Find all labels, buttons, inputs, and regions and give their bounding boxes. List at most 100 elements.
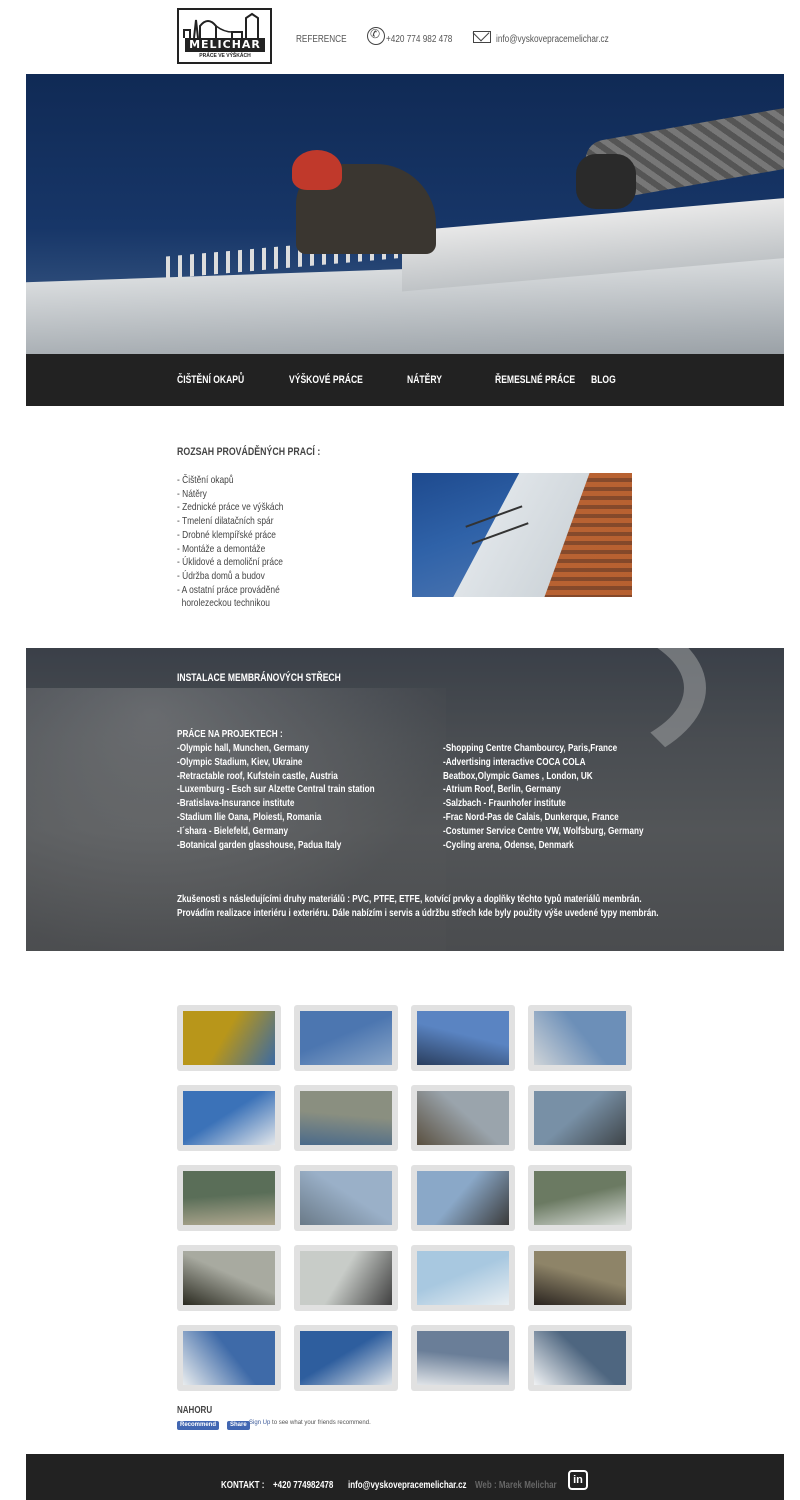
materials-note-line2: Provádím realizace interiéru i exteriéru… — [177, 907, 659, 919]
site-header: MELICHAR PRÁCE VE VÝŠKÁCH REFERENCE +420… — [0, 0, 800, 74]
list-item: - Nátěry — [177, 487, 207, 500]
fb-recommend-button[interactable]: Recommend — [177, 1421, 220, 1430]
list-item: -Bratislava-Insurance institute — [177, 797, 295, 810]
gallery-thumbnail[interactable] — [411, 1005, 515, 1071]
list-item: -Stadium Ilie Oana, Ploiesti, Romania — [177, 810, 322, 823]
main-nav: ČIŠTĚNÍ OKAPŮ VÝŠKOVÉ PRÁCE NÁTĚRY ŘEMES… — [26, 354, 784, 406]
fb-text: to see what your friends recommend. — [270, 1420, 371, 1426]
gallery-photo — [417, 1011, 509, 1065]
footer-phone[interactable]: +420 774982478 — [273, 1480, 333, 1491]
gallery-thumbnail[interactable] — [411, 1085, 515, 1151]
logo-skyline-icon — [183, 12, 259, 38]
gallery-thumbnail[interactable] — [177, 1165, 281, 1231]
list-item: - Úklidové a demoliční práce — [177, 556, 283, 569]
list-item: Beatbox,Olympic Games , London, UK — [443, 769, 593, 782]
gallery-thumbnail[interactable] — [528, 1325, 632, 1391]
gallery-thumbnail[interactable] — [177, 1005, 281, 1071]
gallery-photo — [534, 1251, 626, 1305]
gallery-photo — [534, 1011, 626, 1065]
projects-label: PRÁCE NA PROJEKTECH : — [177, 728, 283, 740]
gallery-thumbnail[interactable] — [411, 1245, 515, 1311]
list-item: horolezeckou technikou — [177, 597, 270, 610]
gallery-photo — [183, 1331, 275, 1385]
list-item: -I´shara - Bielefeld, Germany — [177, 824, 289, 837]
gallery-thumbnail[interactable] — [528, 1005, 632, 1071]
gallery-thumbnail[interactable] — [528, 1245, 632, 1311]
list-item: -Retractable roof, Kufstein castle, Aust… — [177, 769, 338, 782]
list-item: -Advertising interactive COCA COLA — [443, 755, 586, 768]
gallery-photo — [300, 1091, 392, 1145]
nav-item-vyskove-prace[interactable]: VÝŠKOVÉ PRÁCE — [289, 374, 363, 386]
gallery-photo — [300, 1171, 392, 1225]
nav-item-cisteni-okapu[interactable]: ČIŠTĚNÍ OKAPŮ — [177, 374, 244, 386]
header-phone[interactable]: +420 774 982 478 — [386, 34, 452, 45]
gallery-photo — [534, 1091, 626, 1145]
linkedin-icon[interactable]: in — [568, 1470, 588, 1490]
logo[interactable]: MELICHAR PRÁCE VE VÝŠKÁCH — [177, 8, 272, 64]
header-email[interactable]: info@vyskovepracemelichar.cz — [496, 34, 609, 45]
gallery-thumbnail[interactable] — [294, 1005, 398, 1071]
fb-social-text: Sign Up to see what your friends recomme… — [249, 1420, 371, 1426]
list-item: - Zednické práce ve výškách — [177, 501, 284, 514]
fb-signup-link[interactable]: Sign Up — [249, 1420, 270, 1426]
gallery-photo — [183, 1251, 275, 1305]
hero-helmet — [292, 150, 342, 190]
footer-email[interactable]: info@vyskovepracemelichar.cz — [348, 1480, 467, 1491]
gallery-thumbnail[interactable] — [294, 1165, 398, 1231]
list-item: -Botanical garden glasshouse, Padua Ital… — [177, 838, 342, 851]
list-item: -Luxemburg - Esch sur Alzette Central tr… — [177, 783, 375, 796]
list-item: -Salzbach - Fraunhofer institute — [443, 797, 566, 810]
gallery-photo — [183, 1011, 275, 1065]
gallery-photo — [417, 1091, 509, 1145]
gallery-photo — [417, 1331, 509, 1385]
gallery-thumbnail[interactable] — [294, 1325, 398, 1391]
back-to-top-link[interactable]: NAHORU — [177, 1405, 212, 1416]
gallery-thumbnail[interactable] — [177, 1245, 281, 1311]
gallery-photo — [417, 1251, 509, 1305]
materials-note-line1: Zkušenosti s následujícími druhy materiá… — [177, 893, 642, 905]
gallery-thumbnail[interactable] — [177, 1325, 281, 1391]
gallery-thumbnail[interactable] — [177, 1085, 281, 1151]
gallery-thumbnail[interactable] — [294, 1245, 398, 1311]
nav-item-natery[interactable]: NÁTĚRY — [407, 374, 442, 386]
gallery-photo — [534, 1331, 626, 1385]
materials-note: Zkušenosti s následujícími druhy materiá… — [177, 892, 659, 920]
gallery-thumbnail[interactable] — [528, 1085, 632, 1151]
gallery-thumbnail[interactable] — [411, 1325, 515, 1391]
gallery-photo — [183, 1171, 275, 1225]
footer-web-credit[interactable]: Web : Marek Melichar — [475, 1480, 557, 1491]
reference-link[interactable]: REFERENCE — [296, 34, 347, 45]
footer-contact-label: KONTAKT : — [221, 1480, 265, 1491]
list-item: -Cycling arena, Odense, Denmark — [443, 838, 574, 851]
list-item: -Shopping Centre Chambourcy, Paris,Franc… — [443, 742, 618, 754]
hero-glove — [576, 154, 636, 209]
list-item: -Costumer Service Centre VW, Wolfsburg, … — [443, 824, 644, 837]
nav-item-blog[interactable]: BLOG — [591, 374, 616, 386]
gallery-thumbnail[interactable] — [411, 1165, 515, 1231]
gallery-thumbnail[interactable] — [528, 1165, 632, 1231]
list-item: - Drobné klempířské práce — [177, 528, 276, 541]
hero-image — [26, 74, 784, 354]
membrane-section: INSTALACE MEMBRÁNOVÝCH STŘECH PRÁCE NA P… — [26, 648, 784, 951]
scope-list: - Čištění okapů - Nátěry - Zednické prác… — [177, 474, 305, 611]
membrane-title: INSTALACE MEMBRÁNOVÝCH STŘECH — [177, 672, 341, 684]
list-item: - Tmelení dilatačních spár — [177, 515, 274, 528]
list-item: - A ostatní práce prováděné — [177, 583, 280, 596]
projects-list-right: -Shopping Centre Chambourcy, Paris,Franc… — [443, 742, 644, 852]
list-item: -Atrium Roof, Berlin, Germany — [443, 783, 561, 796]
fb-share-button[interactable]: Share — [227, 1421, 250, 1430]
gallery-photo — [417, 1171, 509, 1225]
scope-photo — [412, 473, 632, 597]
list-item: -Olympic hall, Munchen, Germany — [177, 742, 309, 754]
gallery-photo — [300, 1251, 392, 1305]
logo-text: MELICHAR — [185, 38, 265, 52]
gallery-photo — [300, 1331, 392, 1385]
gallery-photo — [183, 1091, 275, 1145]
gallery-photo — [534, 1171, 626, 1225]
mail-icon — [473, 31, 491, 43]
list-item: -Frac Nord-Pas de Calais, Dunkerque, Fra… — [443, 810, 619, 823]
nav-item-remeslne-prace[interactable]: ŘEMESLNÉ PRÁCE — [495, 374, 575, 386]
list-item: - Údržba domů a budov — [177, 569, 265, 582]
logo-subtitle: PRÁCE VE VÝŠKÁCH — [199, 53, 251, 59]
gallery-thumbnail[interactable] — [294, 1085, 398, 1151]
